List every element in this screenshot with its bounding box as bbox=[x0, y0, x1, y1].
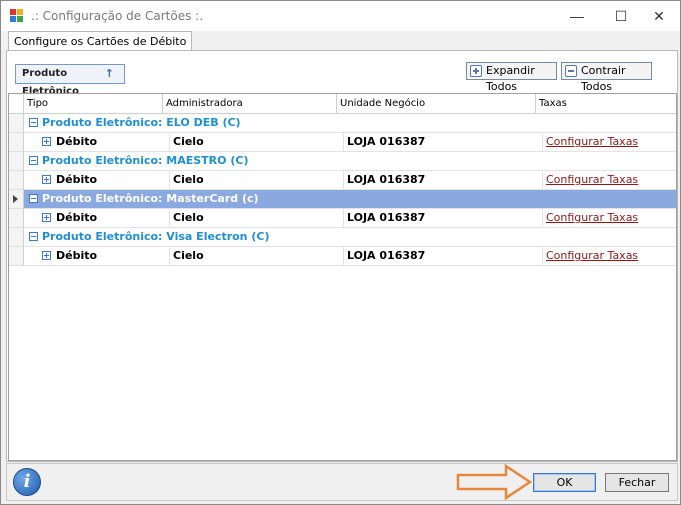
row-selector-header bbox=[9, 94, 24, 114]
cell-taxas: Configurar Taxas bbox=[543, 209, 676, 227]
cell-unidade-negocio: LOJA 016387 bbox=[344, 171, 543, 189]
row-selector[interactable] bbox=[9, 190, 24, 209]
cell-administradora: Cielo bbox=[170, 133, 344, 151]
group-row-mastercard[interactable]: Produto Eletrônico: MasterCard (c) bbox=[24, 190, 676, 209]
group-label: Produto Eletrônico: MAESTRO (C) bbox=[42, 154, 249, 167]
group-label: Produto Eletrônico: ELO DEB (C) bbox=[42, 116, 241, 129]
column-header-administradora[interactable]: Administradora bbox=[163, 94, 337, 114]
info-icon[interactable]: i bbox=[13, 468, 41, 496]
app-icon bbox=[10, 9, 26, 24]
table-row[interactable]: Débito Cielo LOJA 016387 Configurar Taxa… bbox=[24, 209, 676, 228]
cell-tipo: Débito bbox=[24, 171, 170, 189]
cell-taxas: Configurar Taxas bbox=[543, 133, 676, 151]
group-row-visa-electron[interactable]: Produto Eletrônico: Visa Electron (C) bbox=[24, 228, 676, 247]
tab-panel: Produto Eletrônico ↑ Expandir Todos Cont… bbox=[6, 50, 678, 462]
cards-grid: Tipo Administradora Unidade Negócio Taxa… bbox=[8, 93, 677, 461]
tipo-value: Débito bbox=[56, 211, 98, 224]
table-row[interactable]: Débito Cielo LOJA 016387 Configurar Taxa… bbox=[24, 247, 676, 266]
minimize-button[interactable]: — bbox=[555, 1, 599, 31]
title-bar: .: Configuração de Cartões :. — ☐ ✕ bbox=[1, 1, 680, 31]
column-header-unidade-negocio[interactable]: Unidade Negócio bbox=[337, 94, 536, 114]
expand-all-label: Expandir Todos bbox=[486, 64, 535, 93]
close-window-button[interactable]: ✕ bbox=[637, 1, 681, 31]
collapse-group-icon[interactable] bbox=[29, 194, 38, 203]
grid-header: Tipo Administradora Unidade Negócio Taxa… bbox=[9, 94, 676, 114]
row-selector[interactable] bbox=[9, 133, 24, 152]
tipo-value: Débito bbox=[56, 249, 98, 262]
window-title: .: Configuração de Cartões :. bbox=[31, 9, 204, 23]
configurar-taxas-link[interactable]: Configurar Taxas bbox=[546, 173, 638, 186]
configuracao-cartoes-window: .: Configuração de Cartões :. — ☐ ✕ Conf… bbox=[0, 0, 681, 505]
collapse-all-button[interactable]: Contrair Todos bbox=[561, 62, 652, 93]
footer-bar: i OK Fechar bbox=[6, 463, 678, 501]
collapse-group-icon[interactable] bbox=[29, 118, 38, 127]
row-selector[interactable] bbox=[9, 247, 24, 266]
group-by-produto-eletronico-button[interactable]: Produto Eletrônico ↑ bbox=[15, 64, 125, 97]
cell-taxas: Configurar Taxas bbox=[543, 171, 676, 189]
expand-row-icon[interactable] bbox=[42, 213, 51, 222]
cell-taxas: Configurar Taxas bbox=[543, 247, 676, 265]
cell-unidade-negocio: LOJA 016387 bbox=[344, 133, 543, 151]
group-row-maestro[interactable]: Produto Eletrônico: MAESTRO (C) bbox=[24, 152, 676, 171]
sort-ascending-icon: ↑ bbox=[104, 67, 114, 80]
cell-administradora: Cielo bbox=[170, 171, 344, 189]
group-label: Produto Eletrônico: MasterCard (c) bbox=[42, 192, 259, 205]
expand-row-icon[interactable] bbox=[42, 251, 51, 260]
cell-tipo: Débito bbox=[24, 209, 170, 227]
fechar-button[interactable]: Fechar bbox=[605, 473, 669, 492]
row-selector[interactable] bbox=[9, 114, 24, 133]
collapse-all-label: Contrair Todos bbox=[581, 64, 626, 93]
configurar-taxas-link[interactable]: Configurar Taxas bbox=[546, 249, 638, 262]
cell-administradora: Cielo bbox=[170, 247, 344, 265]
expand-all-button[interactable]: Expandir Todos bbox=[466, 62, 557, 93]
configurar-taxas-link[interactable]: Configurar Taxas bbox=[546, 211, 638, 224]
tipo-value: Débito bbox=[56, 173, 98, 186]
table-row[interactable]: Débito Cielo LOJA 016387 Configurar Taxa… bbox=[24, 133, 676, 152]
cell-unidade-negocio: LOJA 016387 bbox=[344, 209, 543, 227]
collapse-group-icon[interactable] bbox=[29, 232, 38, 241]
annotation-arrow-icon bbox=[456, 464, 532, 500]
row-selector[interactable] bbox=[9, 209, 24, 228]
collapse-icon bbox=[565, 65, 577, 77]
tipo-value: Débito bbox=[56, 135, 98, 148]
row-selector[interactable] bbox=[9, 152, 24, 171]
group-label: Produto Eletrônico: Visa Electron (C) bbox=[42, 230, 270, 243]
configurar-taxas-link[interactable]: Configurar Taxas bbox=[546, 135, 638, 148]
cell-tipo: Débito bbox=[24, 133, 170, 151]
expand-icon bbox=[470, 65, 482, 77]
expand-row-icon[interactable] bbox=[42, 137, 51, 146]
ok-button[interactable]: OK bbox=[533, 473, 596, 492]
current-row-indicator-icon bbox=[13, 195, 18, 203]
row-selector[interactable] bbox=[9, 171, 24, 190]
cell-administradora: Cielo bbox=[170, 209, 344, 227]
group-row-elo-deb[interactable]: Produto Eletrônico: ELO DEB (C) bbox=[24, 114, 676, 133]
cell-unidade-negocio: LOJA 016387 bbox=[344, 247, 543, 265]
row-selector[interactable] bbox=[9, 228, 24, 247]
tab-configure-debit-cards[interactable]: Configure os Cartões de Débito bbox=[8, 31, 193, 51]
expand-row-icon[interactable] bbox=[42, 175, 51, 184]
cell-tipo: Débito bbox=[24, 247, 170, 265]
tab-strip: Configure os Cartões de Débito bbox=[6, 31, 678, 51]
column-header-tipo[interactable]: Tipo bbox=[24, 94, 163, 114]
column-header-taxas[interactable]: Taxas bbox=[536, 94, 676, 114]
collapse-group-icon[interactable] bbox=[29, 156, 38, 165]
table-row[interactable]: Débito Cielo LOJA 016387 Configurar Taxa… bbox=[24, 171, 676, 190]
